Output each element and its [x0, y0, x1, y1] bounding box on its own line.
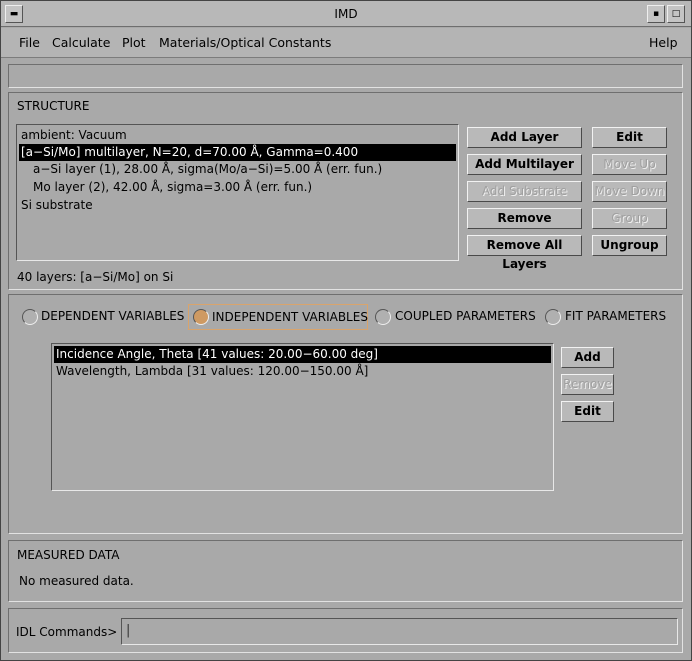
minimize-icon: ▪: [652, 9, 660, 19]
independent-variables-list[interactable]: Incidence Angle, Theta [41 values: 20.00…: [51, 343, 554, 491]
coupled-parameters-label: COUPLED PARAMETERS: [395, 309, 536, 323]
measured-data-status: No measured data.: [19, 574, 134, 588]
edit-layer-button[interactable]: Edit: [592, 127, 667, 148]
measured-data-title: MEASURED DATA: [17, 548, 120, 562]
independent-variables-radio[interactable]: [193, 309, 209, 325]
maximize-button[interactable]: □: [667, 5, 685, 23]
menu-plot[interactable]: Plot: [122, 35, 146, 50]
top-spacer-panel: [8, 64, 683, 88]
menu-file[interactable]: File: [19, 35, 40, 50]
idl-commands-label: IDL Commands>: [16, 625, 118, 639]
add-multilayer-button[interactable]: Add Multilayer: [467, 154, 582, 175]
coupled-parameters-radio-group[interactable]: COUPLED PARAMETERS: [371, 304, 541, 330]
layer-row-ambient[interactable]: ambient: Vacuum: [19, 127, 127, 144]
menu-materials[interactable]: Materials/Optical Constants: [159, 35, 331, 50]
title-bar[interactable]: ▬ IMD ▪ □: [1, 1, 691, 27]
remove-layer-button[interactable]: Remove: [467, 208, 582, 229]
variable-row-lambda[interactable]: Wavelength, Lambda [31 values: 120.00−15…: [54, 363, 368, 380]
text-cursor-icon: |: [126, 623, 131, 638]
layer-list[interactable]: ambient: Vacuum [a−Si/Mo] multilayer, N=…: [16, 124, 459, 261]
layer-row-mo[interactable]: Mo layer (2), 42.00 Å, sigma=3.00 Å (err…: [19, 179, 312, 196]
dependent-variables-label: DEPENDENT VARIABLES: [41, 309, 185, 323]
add-variable-button[interactable]: Add: [561, 347, 614, 368]
maximize-icon: □: [671, 9, 681, 19]
window-title: IMD: [334, 7, 358, 21]
layer-row-substrate[interactable]: Si substrate: [19, 197, 93, 214]
group-button[interactable]: Group: [592, 208, 667, 229]
dependent-variables-radio-group[interactable]: DEPENDENT VARIABLES: [18, 304, 186, 330]
variable-row-theta[interactable]: Incidence Angle, Theta [41 values: 20.00…: [54, 346, 551, 363]
remove-all-layers-button[interactable]: Remove All Layers: [467, 235, 582, 271]
move-up-button[interactable]: Move Up: [592, 154, 667, 175]
remove-variable-button[interactable]: Remove: [561, 374, 614, 395]
dependent-variables-radio[interactable]: [22, 309, 38, 325]
move-down-button[interactable]: Move Down: [592, 181, 667, 202]
minimize-button[interactable]: ▪: [647, 5, 665, 23]
fit-parameters-label: FIT PARAMETERS: [565, 309, 667, 323]
menu-bar: File Calculate Plot Materials/Optical Co…: [1, 28, 691, 58]
structure-summary: 40 layers: [a−Si/Mo] on Si: [17, 270, 174, 284]
edit-variable-button[interactable]: Edit: [561, 401, 614, 422]
independent-variables-radio-group[interactable]: INDEPENDENT VARIABLES: [188, 304, 368, 330]
fit-parameters-radio[interactable]: [545, 309, 561, 325]
menu-calculate[interactable]: Calculate: [52, 35, 110, 50]
independent-variables-label: INDEPENDENT VARIABLES: [212, 310, 368, 324]
layer-row-multilayer[interactable]: [a−Si/Mo] multilayer, N=20, d=70.00 Å, G…: [19, 144, 456, 161]
menu-help[interactable]: Help: [649, 35, 678, 50]
ungroup-button[interactable]: Ungroup: [592, 235, 667, 256]
fit-parameters-radio-group[interactable]: FIT PARAMETERS: [541, 304, 677, 330]
idl-command-input[interactable]: |: [121, 618, 678, 645]
layer-row-asi[interactable]: a−Si layer (1), 28.00 Å, sigma(Mo/a−Si)=…: [19, 161, 382, 178]
structure-title: STRUCTURE: [17, 99, 90, 113]
coupled-parameters-radio[interactable]: [375, 309, 391, 325]
add-substrate-button[interactable]: Add Substrate: [467, 181, 582, 202]
add-layer-button[interactable]: Add Layer: [467, 127, 582, 148]
